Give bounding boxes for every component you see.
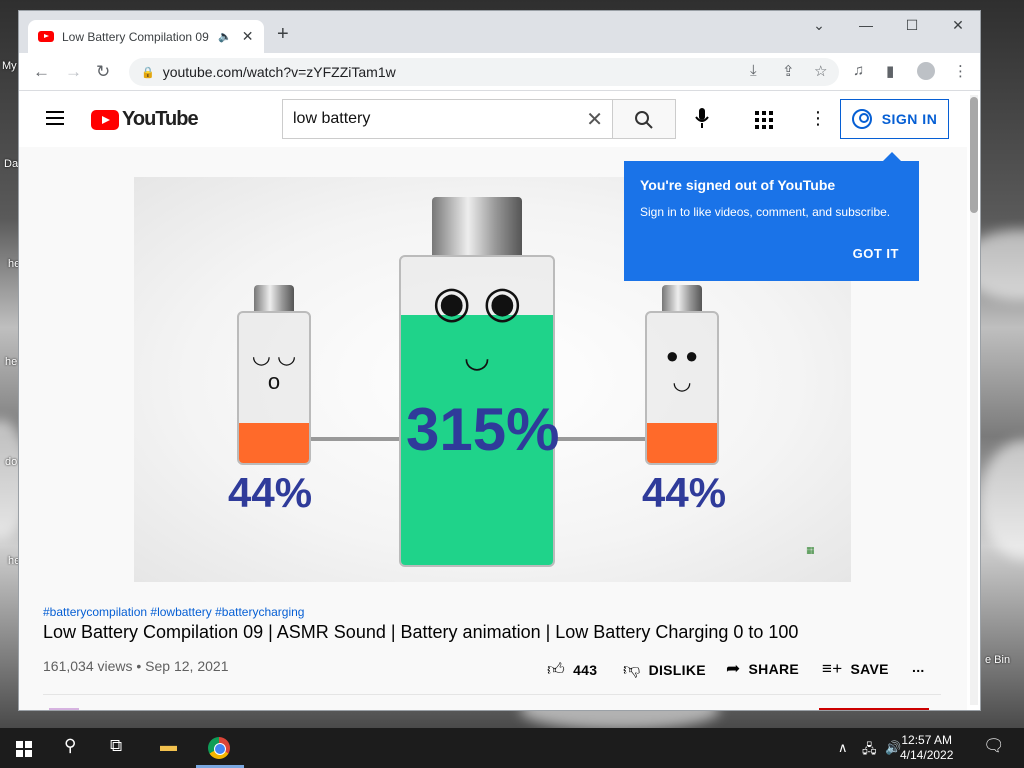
maximize-button[interactable]: ☐ bbox=[897, 17, 927, 34]
tab-youtube[interactable]: Low Battery Compilation 09 | 🔈 ✕ bbox=[28, 20, 264, 53]
more-actions-label: ... bbox=[912, 659, 925, 675]
desktop-icon-label[interactable]: Da bbox=[4, 158, 18, 170]
side-panel-icon[interactable]: ▮ bbox=[886, 62, 894, 80]
clock-date: 4/14/2022 bbox=[900, 748, 954, 762]
youtube-logo-text: YouTube bbox=[122, 108, 199, 130]
address-bar[interactable]: 🔒 youtube.com/watch?v=zYFZZiTam1w bbox=[129, 58, 839, 86]
tab-search-button[interactable]: ⌄ bbox=[804, 17, 834, 34]
save-label: SAVE bbox=[850, 661, 889, 677]
search-icon[interactable]: ⚲ bbox=[64, 736, 76, 756]
task-view-icon[interactable]: ⧉ bbox=[110, 736, 122, 756]
install-app-icon[interactable]: ⤓ bbox=[750, 62, 757, 79]
tab-strip: Low Battery Compilation 09 | 🔈 ✕ + ⌄ — ☐… bbox=[19, 11, 980, 53]
forward-button[interactable]: → bbox=[65, 62, 82, 82]
voice-search-button[interactable] bbox=[695, 108, 709, 133]
clock-time: 12:57 AM bbox=[901, 733, 953, 747]
desktop-icon-label[interactable]: do bbox=[5, 456, 17, 468]
account-icon bbox=[851, 109, 872, 129]
more-actions-button[interactable]: ... bbox=[912, 659, 925, 675]
share-page-icon[interactable]: ⇪ bbox=[782, 62, 795, 80]
video-hashtags[interactable]: #batterycompilation #lowbattery #battery… bbox=[43, 605, 304, 619]
youtube-logo[interactable]: YouTube bbox=[91, 108, 199, 131]
chrome-window: Low Battery Compilation 09 | 🔈 ✕ + ⌄ — ☐… bbox=[18, 10, 981, 711]
view-count-and-date: 161,034 views • Sep 12, 2021 bbox=[43, 658, 229, 674]
youtube-play-icon bbox=[91, 109, 119, 130]
profile-avatar-icon[interactable] bbox=[917, 62, 935, 80]
back-button[interactable]: ← bbox=[33, 62, 50, 82]
chrome-menu-icon[interactable]: ⋮ bbox=[953, 62, 968, 80]
volume-icon[interactable]: 🔊 bbox=[885, 740, 901, 756]
right-battery-graphic: ● ● ◡ bbox=[642, 285, 722, 465]
channel-watermark-logo[interactable]: ▦ bbox=[806, 545, 815, 556]
media-control-icon[interactable]: ♫ bbox=[853, 62, 864, 79]
search-button[interactable] bbox=[612, 99, 676, 139]
sign-in-label: SIGN IN bbox=[881, 111, 938, 127]
share-arrow-icon: ➦ bbox=[726, 659, 741, 678]
bookmark-star-icon[interactable]: ☆ bbox=[814, 62, 827, 80]
desktop-icon-label[interactable]: My bbox=[2, 60, 17, 72]
youtube-page: YouTube low battery ✕ ⋮ SIGN IN ◡ ◡ o ◉ … bbox=[19, 91, 967, 710]
share-label: SHARE bbox=[748, 661, 800, 677]
section-divider bbox=[43, 694, 941, 695]
connector-wire bbox=[552, 437, 647, 441]
dislike-button[interactable]: 👎︎ DISLIKE bbox=[623, 659, 706, 680]
dislike-label: DISLIKE bbox=[648, 661, 706, 678]
notification-center-icon[interactable]: 🗨 bbox=[983, 736, 1005, 756]
desktop-icon-label[interactable]: he bbox=[5, 356, 17, 368]
search-input[interactable]: low battery ✕ bbox=[282, 99, 613, 139]
guide-menu-icon[interactable] bbox=[46, 111, 64, 125]
url-text[interactable]: youtube.com/watch?v=zYFZZiTam1w bbox=[163, 64, 396, 80]
youtube-masthead: YouTube low battery ✕ ⋮ SIGN IN bbox=[19, 91, 967, 147]
browser-toolbar: ← → ↻ 🔒 youtube.com/watch?v=zYFZZiTam1w … bbox=[19, 53, 980, 91]
clear-search-icon[interactable]: ✕ bbox=[586, 107, 603, 132]
got-it-button[interactable]: GOT IT bbox=[853, 246, 899, 261]
settings-menu-icon[interactable]: ⋮ bbox=[809, 108, 827, 129]
file-explorer-icon[interactable]: ▬ bbox=[160, 736, 177, 756]
center-battery-percent: 315% bbox=[406, 396, 560, 463]
windows-taskbar: ⚲ ⧉ ▬ ∧ 🖧 🔊 12:57 AM 4/14/2022 🗨 bbox=[0, 728, 1024, 768]
lock-icon[interactable]: 🔒 bbox=[141, 66, 155, 79]
tooltip-heading: You're signed out of YouTube bbox=[640, 177, 836, 193]
speaker-icon[interactable]: 🔈 bbox=[218, 30, 232, 43]
like-count: 443 bbox=[573, 661, 598, 678]
add-to-playlist-icon: ≡+ bbox=[822, 659, 843, 678]
connector-wire bbox=[309, 437, 404, 441]
windows-start-icon[interactable] bbox=[16, 741, 32, 757]
scrollbar-thumb[interactable] bbox=[970, 97, 978, 213]
system-clock[interactable]: 12:57 AM 4/14/2022 bbox=[900, 733, 953, 763]
search-query[interactable]: low battery bbox=[293, 110, 586, 128]
tooltip-body: Sign in to like videos, comment, and sub… bbox=[640, 205, 891, 219]
thumbs-down-icon: 👎︎ bbox=[623, 660, 641, 679]
right-battery-percent: 44% bbox=[642, 469, 727, 516]
minimize-button[interactable]: — bbox=[851, 17, 881, 33]
microphone-icon bbox=[695, 108, 709, 128]
page-scrollbar[interactable] bbox=[970, 95, 978, 705]
show-hidden-icons-chevron-icon[interactable]: ∧ bbox=[838, 740, 848, 756]
chrome-taskbar-icon[interactable] bbox=[208, 737, 230, 759]
channel-avatar[interactable] bbox=[49, 708, 79, 710]
like-button[interactable]: 👍︎ 443 bbox=[547, 659, 597, 680]
sign-in-button[interactable]: SIGN IN bbox=[840, 99, 949, 139]
youtube-favicon-icon bbox=[38, 31, 54, 42]
video-title: Low Battery Compilation 09 | ASMR Sound … bbox=[43, 622, 799, 642]
search-icon bbox=[635, 111, 653, 129]
close-tab-icon[interactable]: ✕ bbox=[242, 28, 254, 45]
new-tab-button[interactable]: + bbox=[277, 23, 289, 46]
center-battery-graphic: ◉ ◉ ◡ bbox=[397, 197, 557, 567]
left-battery-percent: 44% bbox=[228, 469, 313, 516]
thumbs-up-icon: 👍︎ bbox=[547, 660, 566, 679]
reload-button[interactable]: ↻ bbox=[96, 62, 110, 82]
tab-title: Low Battery Compilation 09 | bbox=[62, 29, 210, 44]
youtube-apps-icon[interactable] bbox=[755, 111, 773, 129]
right-battery-fill bbox=[647, 423, 717, 463]
network-icon[interactable]: 🖧 bbox=[862, 740, 877, 762]
left-battery-fill bbox=[239, 423, 309, 463]
save-button[interactable]: ≡+ SAVE bbox=[822, 659, 889, 679]
left-battery-graphic: ◡ ◡ o bbox=[234, 285, 314, 465]
share-button[interactable]: ➦ SHARE bbox=[726, 659, 799, 679]
subscribe-button[interactable] bbox=[819, 708, 929, 710]
close-window-button[interactable]: ✕ bbox=[943, 17, 973, 34]
recycle-bin-label[interactable]: e Bin bbox=[985, 654, 1010, 666]
signed-out-tooltip: You're signed out of YouTube Sign in to … bbox=[624, 152, 919, 281]
